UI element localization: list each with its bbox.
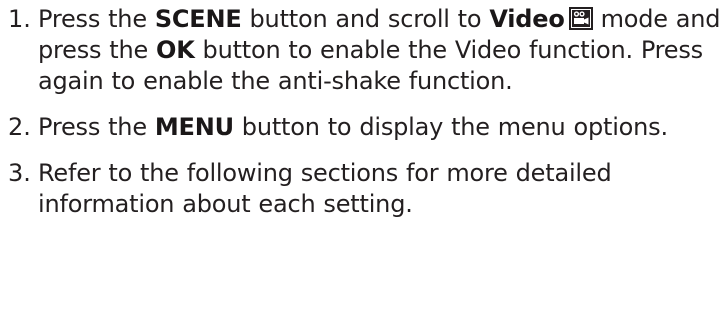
scene-button-label: SCENE (154, 5, 242, 33)
instruction-steps: 1. Press the SCENE button and scroll to … (8, 4, 724, 235)
step-number: 1. (8, 5, 31, 33)
step-number: 3. (8, 159, 31, 187)
step-2: 2. Press the MENU button to display the … (8, 112, 724, 143)
text-run: button and scroll to (241, 5, 490, 33)
text-run: Refer to the following sections for more… (38, 159, 612, 218)
video-camera-icon (568, 7, 593, 30)
instruction-page: 1. Press the SCENE button and scroll to … (0, 0, 728, 320)
menu-button-label: MENU (154, 113, 234, 141)
step-number: 2. (8, 113, 31, 141)
text-run: Press the (38, 113, 155, 141)
step-text: Press the MENU button to display the men… (38, 112, 724, 143)
video-mode-label: Video (489, 5, 565, 33)
text-run: Press the (38, 5, 155, 33)
step-text: Press the SCENE button and scroll to Vid… (38, 4, 724, 97)
ok-button-label: OK (156, 36, 195, 64)
step-1: 1. Press the SCENE button and scroll to … (8, 4, 724, 97)
text-run: button to display the menu options. (233, 113, 668, 141)
step-3: 3. Refer to the following sections for m… (8, 158, 724, 220)
step-text: Refer to the following sections for more… (38, 158, 724, 220)
